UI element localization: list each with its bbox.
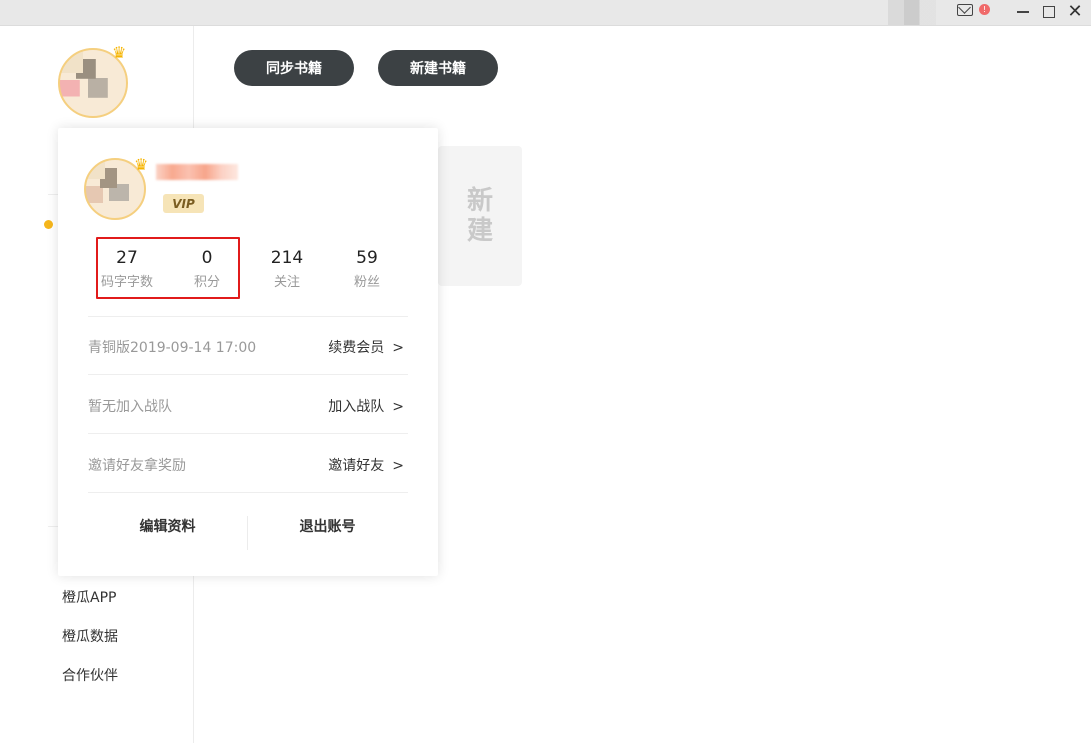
- sidebar-item-partners[interactable]: 合作伙伴: [62, 665, 118, 685]
- new-book-button[interactable]: 新建书籍: [378, 50, 498, 86]
- invite-row: 邀请好友拿奖励 邀请好友 >: [88, 455, 408, 475]
- mail-icon[interactable]: [957, 4, 973, 16]
- title-bar: ! ✕: [0, 0, 1091, 26]
- stat-label: 粉丝: [353, 275, 380, 290]
- titlebar-avatar[interactable]: [888, 0, 936, 25]
- stat-value: 27: [116, 248, 138, 268]
- crown-icon: ♛: [112, 43, 127, 62]
- membership-row: 青铜版2019-09-14 17:00 续费会员 >: [88, 337, 408, 357]
- crown-icon: ♛: [134, 155, 149, 174]
- chevron-right-icon: >: [392, 340, 404, 356]
- new-card-text-1: 新: [466, 186, 493, 216]
- divider: [88, 316, 408, 317]
- edit-profile-button[interactable]: 编辑资料: [88, 508, 247, 544]
- stat-value: 59: [356, 248, 378, 268]
- divider: [88, 374, 408, 375]
- team-info: 暂无加入战队: [88, 399, 172, 415]
- renew-membership-label: 续费会员: [328, 340, 385, 356]
- invite-info: 邀请好友拿奖励: [88, 458, 186, 474]
- new-card-text-2: 建: [466, 216, 493, 246]
- membership-info: 青铜版2019-09-14 17:00: [88, 340, 257, 356]
- renew-membership-link[interactable]: 续费会员 >: [328, 337, 404, 357]
- join-team-link[interactable]: 加入战队 >: [328, 396, 404, 416]
- minimize-icon[interactable]: [1014, 3, 1032, 21]
- stat-value: 214: [270, 248, 304, 268]
- stat-value: 0: [201, 248, 213, 268]
- username-blurred: [156, 164, 238, 180]
- stat-word-count: 27 码字字数: [87, 248, 167, 293]
- logout-button[interactable]: 退出账号: [248, 508, 407, 544]
- profile-popup: ♛ VIP 27 码字字数 0 积分 214 关注 59 粉丝 青铜版2019-…: [58, 128, 438, 576]
- chevron-right-icon: >: [392, 458, 404, 474]
- stat-points: 0 积分: [167, 248, 247, 293]
- stat-following[interactable]: 214 关注: [247, 248, 327, 293]
- join-team-label: 加入战队: [328, 399, 385, 415]
- invite-friends-link[interactable]: 邀请好友 >: [328, 455, 404, 475]
- sync-books-button[interactable]: 同步书籍: [234, 50, 354, 86]
- new-book-card[interactable]: 新 建: [438, 146, 522, 286]
- active-indicator-dot: [44, 220, 53, 229]
- chevron-right-icon: >: [392, 399, 404, 415]
- sidebar-item-app[interactable]: 橙瓜APP: [62, 587, 116, 607]
- invite-friends-label: 邀请好友: [328, 458, 385, 474]
- maximize-icon[interactable]: [1040, 3, 1058, 21]
- stat-label: 码字字数: [100, 275, 153, 290]
- stat-label: 积分: [193, 275, 220, 290]
- stat-label: 关注: [273, 275, 300, 290]
- team-row: 暂无加入战队 加入战队 >: [88, 396, 408, 416]
- vip-badge: VIP: [163, 194, 204, 213]
- divider: [88, 433, 408, 434]
- sidebar-item-data[interactable]: 橙瓜数据: [62, 626, 118, 646]
- stat-followers[interactable]: 59 粉丝: [327, 248, 407, 293]
- close-icon[interactable]: ✕: [1066, 3, 1084, 21]
- alert-icon: !: [979, 4, 990, 15]
- divider: [88, 492, 408, 493]
